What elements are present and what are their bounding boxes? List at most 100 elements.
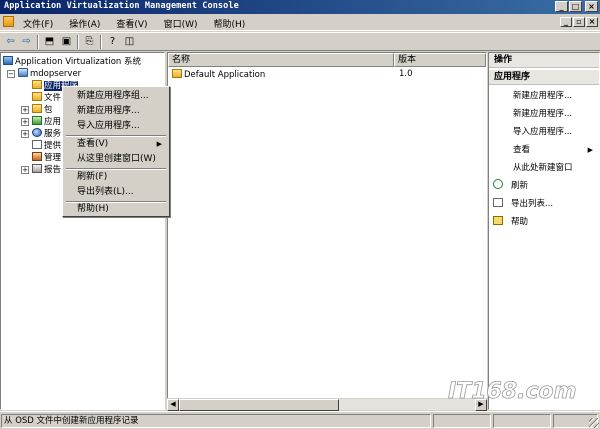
action-new-window[interactable]: 从此处新建窗口 [489,159,599,177]
action-refresh[interactable]: 刷新 [489,177,599,195]
mdi-caption-buttons: _ ▫ × [560,17,598,27]
admin-icon [32,152,42,161]
menu-action[interactable]: 操作(A) [66,16,103,31]
folder-icon [32,80,42,89]
tree-server-label: mdopserver [30,69,82,79]
action-help-label: 帮助 [511,217,529,227]
toolbar: ⇦ ⇨ ⬒ ▣ ⎘ ? ◫ [0,32,600,51]
show-hide-action-pane-icon[interactable]: ◫ [122,35,137,49]
action-import-app[interactable]: 导入应用程序... [489,123,599,141]
window-caption-buttons: _ □ × [555,1,598,12]
results-list[interactable]: 名称 版本 Default Application 1.0 [167,52,487,410]
server-icon [18,68,28,77]
action-export-label: 导出列表... [511,199,554,209]
action-export-list[interactable]: 导出列表... [489,195,599,213]
actions-header: 操作 [489,53,599,68]
submenu-arrow-icon: ▶ [587,146,593,154]
minimize-button[interactable]: _ [555,1,568,12]
license-icon [32,116,42,125]
column-header-name[interactable]: 名称 [168,53,394,67]
ctx-refresh[interactable]: 刷新(F) [65,170,167,185]
ctx-view-label: 查看(V) [77,139,109,149]
ctx-new-app-group[interactable]: 新建应用程序组... [65,89,167,104]
export-list-icon[interactable]: ⎘ [82,35,97,49]
mdi-close-button[interactable]: × [586,17,598,27]
mdi-restore-button[interactable]: ▫ [573,17,585,27]
application-icon [172,69,182,78]
show-hide-tree-icon[interactable]: ▣ [59,35,74,49]
scroll-left-button[interactable]: ◀ [167,399,179,411]
submenu-arrow-icon: ▶ [156,140,162,148]
export-icon [493,198,503,207]
context-menu: 新建应用程序组... 新建应用程序... 导入应用程序... 查看(V) ▶ 从… [62,86,170,217]
site-watermark: IT168.com [448,379,577,405]
action-new-app[interactable]: 新建应用程序... [489,105,599,123]
up-level-icon[interactable]: ⬒ [42,35,57,49]
ctx-import-app[interactable]: 导入应用程序... [65,119,167,134]
ctx-export-list[interactable]: 导出列表(L)... [65,185,167,200]
tree-item-label: 管理 [44,153,62,163]
tree-item-app-licenses[interactable]: 应用 [32,116,61,127]
menu-help[interactable]: 帮助(H) [211,16,249,31]
folder-icon [32,104,42,113]
list-row[interactable]: Default Application [172,69,265,81]
title-bar: Application Virtualization Management Co… [0,0,600,14]
tree-item-admins[interactable]: 管理 [32,152,61,163]
toolbar-separator [77,35,79,49]
action-refresh-label: 刷新 [511,181,529,191]
tree-item-label: 报告 [44,165,62,175]
maximize-button[interactable]: □ [569,1,582,12]
row-version: 1.0 [399,69,413,79]
help-icon[interactable]: ? [105,35,120,49]
ctx-help[interactable]: 帮助(H) [65,202,167,217]
tree-item-files[interactable]: 文件 [32,92,61,103]
menu-view[interactable]: 查看(V) [113,16,150,31]
expand-toggle[interactable]: + [21,106,29,114]
watermark-text: IT168.com [448,379,577,404]
menu-window[interactable]: 窗口(W) [161,16,201,31]
tree-item-servers[interactable]: 服务 [32,128,61,139]
action-view[interactable]: 查看 ▶ [489,141,599,159]
row-name: Default Application [184,70,266,80]
tree-item-providers[interactable]: 提供 [32,140,61,151]
horizontal-scrollbar[interactable]: ◀ ▶ [167,398,487,411]
tree-root-label: Application Virtualization 系统 [15,57,141,67]
ctx-new-window[interactable]: 从这里创建窗口(W) [65,152,167,167]
tree-item-label: 应用 [44,117,62,127]
tree-item-label: 包 [44,105,53,115]
menu-file[interactable]: 文件(F) [20,16,56,31]
status-panel [433,414,491,428]
actions-section-header[interactable]: 应用程序 [489,70,599,85]
action-new-app-group[interactable]: 新建应用程序... [489,87,599,105]
collapse-toggle[interactable]: − [7,70,15,78]
status-bar: 从 OSD 文件中创建新应用程序记录 [0,411,600,429]
globe-icon [32,128,42,137]
tree-item-label: 提供 [44,141,62,151]
mdi-minimize-button[interactable]: _ [560,17,572,27]
close-button[interactable]: × [585,1,598,12]
action-view-label: 查看 [513,145,531,155]
app-icon[interactable] [3,16,14,27]
tree-item-label: 文件 [44,93,62,103]
resize-grip[interactable] [589,418,599,428]
folder-icon [32,92,42,101]
expand-toggle[interactable]: + [21,130,29,138]
column-header-version[interactable]: 版本 [394,53,486,67]
refresh-icon [493,179,503,189]
status-text: 从 OSD 文件中创建新应用程序记录 [1,414,431,428]
forward-arrow-icon[interactable]: ⇨ [19,35,34,49]
expand-toggle[interactable]: + [21,166,29,174]
scroll-thumb[interactable] [179,399,339,411]
ctx-view[interactable]: 查看(V) ▶ [65,137,167,152]
help-icon [493,216,503,225]
tree-item-packages[interactable]: 包 [32,104,53,115]
tree-root[interactable]: Application Virtualization 系统 [3,56,141,67]
ctx-new-app[interactable]: 新建应用程序... [65,104,167,119]
tree-item-reports[interactable]: 报告 [32,164,61,175]
action-help[interactable]: 帮助 [489,213,599,231]
tree-server[interactable]: mdopserver [18,68,81,79]
console-icon [3,56,13,65]
report-icon [32,164,42,173]
back-arrow-icon[interactable]: ⇦ [3,35,18,49]
expand-toggle[interactable]: + [21,118,29,126]
